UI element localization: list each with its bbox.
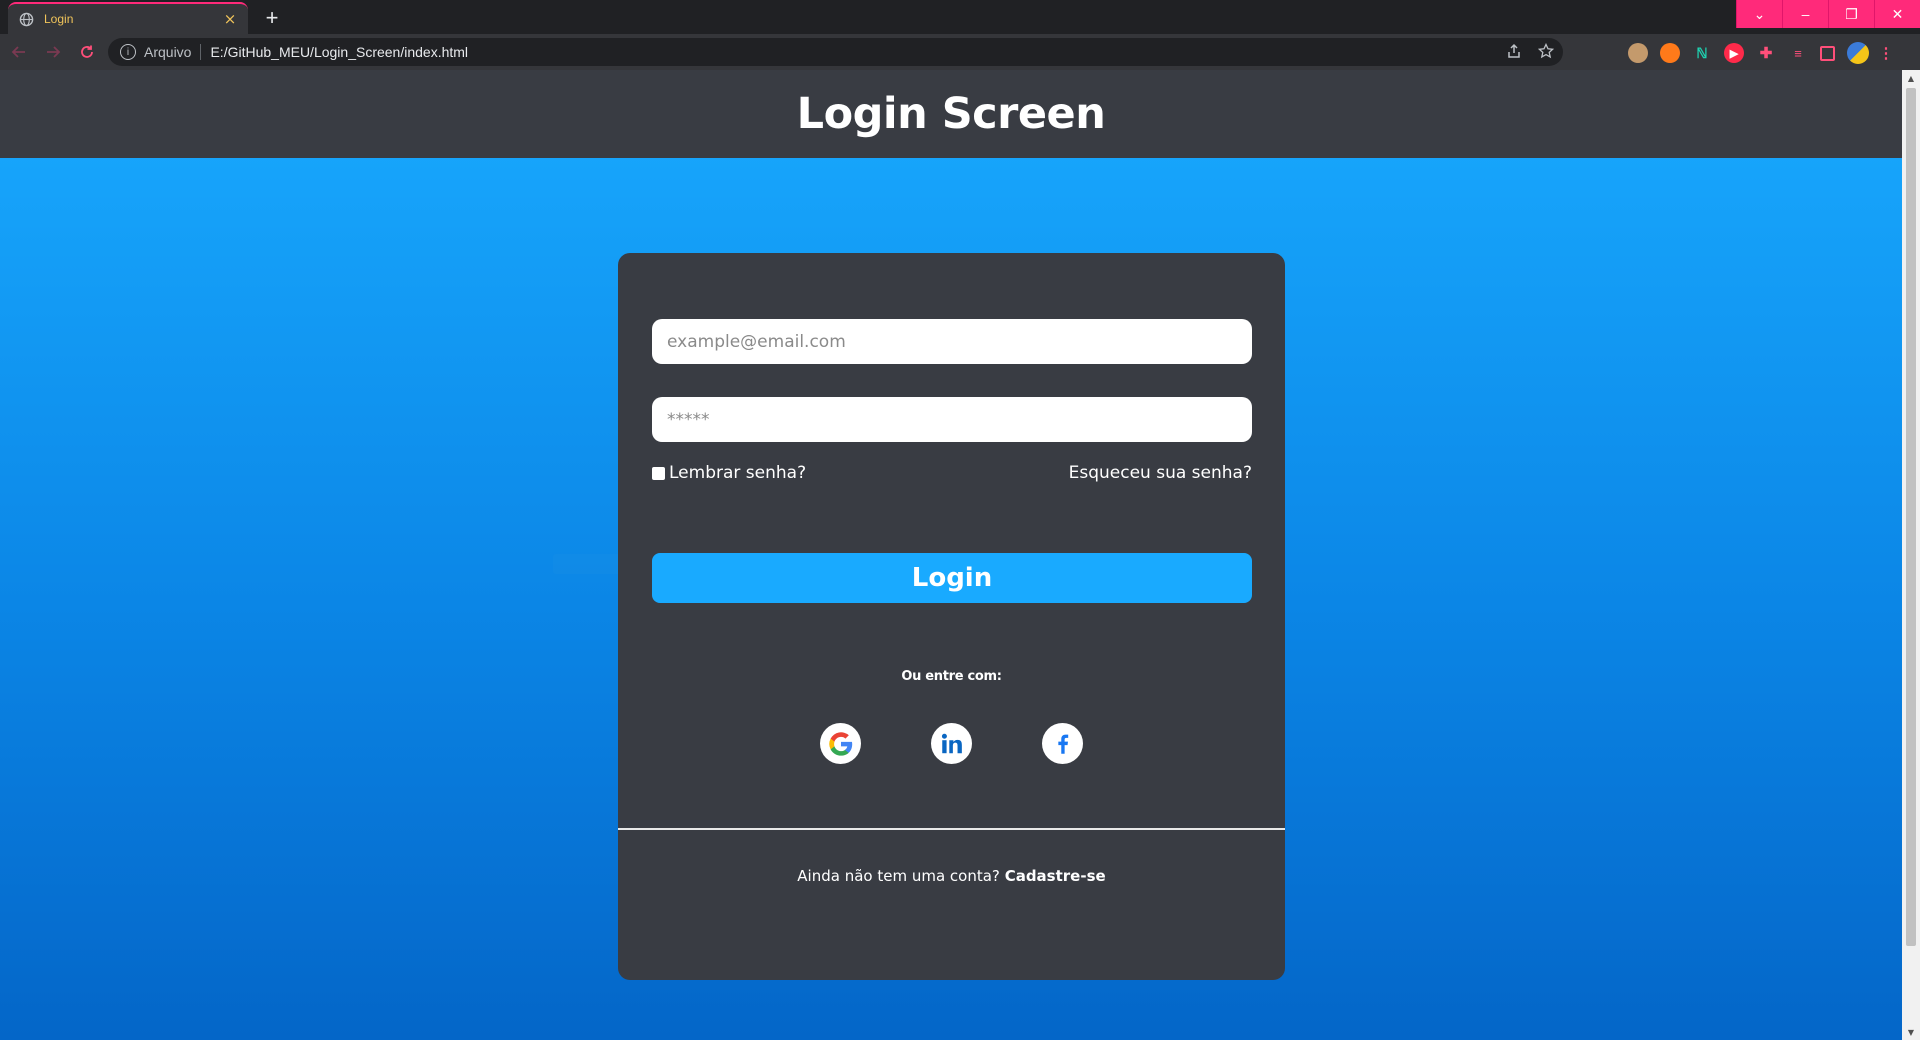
scroll-up-arrow[interactable]: ▲ xyxy=(1902,70,1920,86)
globe-icon xyxy=(18,11,34,27)
google-login-button[interactable] xyxy=(820,723,861,764)
scroll-down-arrow[interactable]: ▼ xyxy=(1902,1024,1920,1040)
url-text[interactable]: E:/GitHub_MEU/Login_Screen/index.html xyxy=(210,44,468,60)
arrow-left-icon xyxy=(11,46,25,58)
social-login-label: Ou entre com: xyxy=(901,669,1002,684)
remember-me[interactable]: Lembrar senha? xyxy=(652,463,806,483)
email-input[interactable] xyxy=(652,319,1252,364)
linkedin-icon xyxy=(941,733,962,753)
browser-tab[interactable]: Login × xyxy=(8,2,248,34)
arrow-right-icon xyxy=(47,46,61,58)
remember-label: Lembrar senha? xyxy=(669,463,807,483)
browser-tab-bar: Login × + ⌄ – ❐ ✕ xyxy=(0,0,1920,34)
page-viewport: Login Screen Lembrar senha? Esqueceu sua… xyxy=(0,70,1902,1040)
signup-link[interactable]: Cadastre-se xyxy=(1005,867,1106,885)
page-title: Login Screen xyxy=(796,89,1106,139)
extension-icon[interactable] xyxy=(1628,43,1648,63)
reload-button[interactable] xyxy=(72,37,102,67)
info-icon[interactable]: i xyxy=(120,44,136,60)
side-panel-icon[interactable] xyxy=(1820,45,1835,61)
remember-checkbox[interactable] xyxy=(652,466,665,480)
scroll-thumb[interactable] xyxy=(1906,88,1916,946)
back-button[interactable] xyxy=(4,37,34,67)
address-bar[interactable]: i Arquivo E:/GitHub_MEU/Login_Screen/ind… xyxy=(108,38,1563,66)
menu-dots-icon[interactable]: ⋮ xyxy=(1879,43,1894,63)
forward-button[interactable] xyxy=(38,37,68,67)
page-scrollbar[interactable]: ▲ ▼ xyxy=(1902,70,1920,1040)
forgot-password-link[interactable]: Esqueceu sua senha? xyxy=(1069,463,1252,483)
facebook-icon xyxy=(1057,734,1068,754)
avatar[interactable] xyxy=(1847,42,1869,64)
tab-title: Login xyxy=(44,12,74,26)
facebook-login-button[interactable] xyxy=(1042,723,1083,764)
browser-toolbar: i Arquivo E:/GitHub_MEU/Login_Screen/ind… xyxy=(0,34,1920,70)
bookmark-star-icon[interactable] xyxy=(1537,42,1555,60)
google-icon xyxy=(828,731,852,756)
signup-row: Ainda não tem uma conta? Cadastre-se xyxy=(618,867,1285,885)
login-card: Lembrar senha? Esqueceu sua senha? Login… xyxy=(618,253,1285,980)
window-controls: ⌄ – ❐ ✕ xyxy=(1736,0,1920,28)
login-button[interactable]: Login xyxy=(652,553,1252,603)
share-icon[interactable] xyxy=(1505,42,1523,60)
reload-icon xyxy=(81,45,93,58)
page-header: Login Screen xyxy=(0,70,1902,158)
puzzle-icon[interactable]: ✚ xyxy=(1756,43,1776,63)
form-options: Lembrar senha? Esqueceu sua senha? xyxy=(652,461,1252,485)
new-tab-button[interactable]: + xyxy=(258,4,286,32)
linkedin-login-button[interactable] xyxy=(931,723,972,764)
extension-icon[interactable]: ℕ xyxy=(1692,43,1712,63)
play-icon[interactable]: ▶ xyxy=(1724,43,1744,63)
url-scheme: Arquivo xyxy=(144,44,202,60)
tab-search-button[interactable]: ⌄ xyxy=(1736,0,1782,28)
card-divider xyxy=(618,828,1285,830)
restore-button[interactable]: ❐ xyxy=(1828,0,1874,28)
close-icon[interactable]: × xyxy=(222,10,238,28)
extensions-area: ℕ ▶ ✚ ≡ ⋮ xyxy=(1628,42,1894,64)
signup-prompt: Ainda não tem uma conta? xyxy=(797,867,1000,885)
close-window-button[interactable]: ✕ xyxy=(1874,0,1920,28)
reading-list-icon[interactable]: ≡ xyxy=(1788,43,1808,63)
extension-icon[interactable] xyxy=(1660,43,1680,63)
password-input[interactable] xyxy=(652,397,1252,442)
minimize-button[interactable]: – xyxy=(1782,0,1828,28)
